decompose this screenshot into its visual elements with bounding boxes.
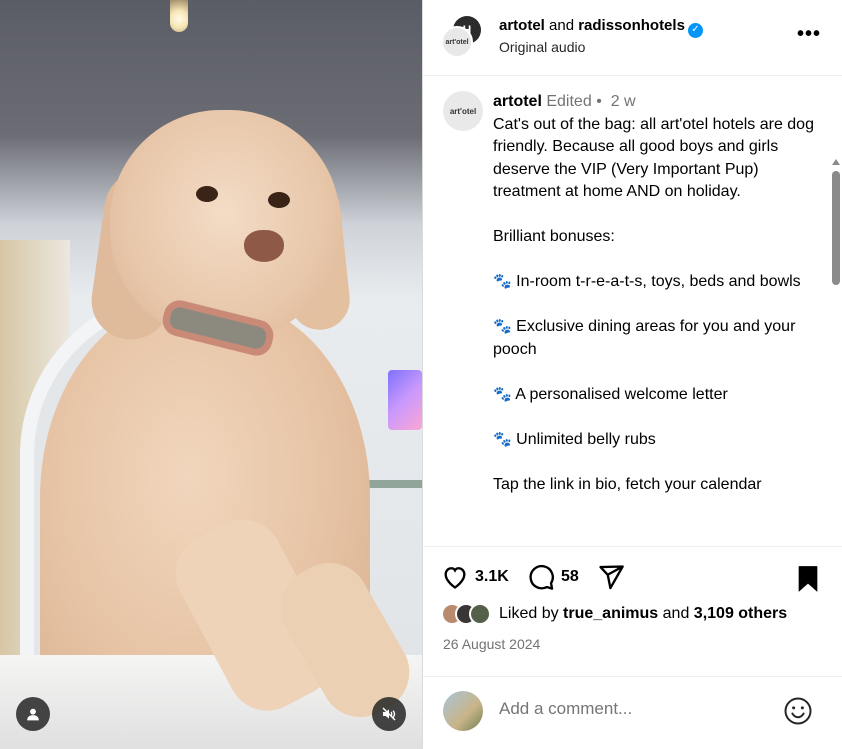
- paw-icon: 🐾: [493, 273, 512, 290]
- collab-usernames: artotel and radissonhotels ✓: [499, 16, 703, 38]
- caption-text: artotel Edited • 2 w Cat's out of the ba…: [493, 91, 823, 496]
- neon-light: [388, 370, 422, 430]
- heart-icon: [444, 567, 466, 589]
- caption-bullet: 🐾 In-room t-r-e-a-t-s, toys, beds and bo…: [493, 271, 823, 294]
- caption-scroll-area[interactable]: art'otel artotel Edited • 2 w Cat's out …: [423, 77, 842, 545]
- dog-eye: [268, 192, 290, 208]
- emoji-button[interactable]: [783, 696, 813, 731]
- more-options-button[interactable]: •••: [797, 24, 821, 44]
- username-link[interactable]: artotel: [499, 17, 545, 34]
- paw-icon: 🐾: [493, 430, 512, 448]
- share-icon: [599, 565, 624, 590]
- verified-badge-icon: ✓: [687, 22, 703, 38]
- post-panel: H art'otel artotel and radissonhotels✓ O…: [422, 0, 842, 749]
- comment-input[interactable]: [499, 699, 759, 719]
- liked-by-row: Liked by true_animus and 3,109 others: [441, 603, 787, 625]
- bullet-text: A personalised welcome letter: [515, 385, 728, 403]
- collab-avatars[interactable]: H art'otel: [441, 16, 485, 60]
- bullet-text: In-room t-r-e-a-t-s, toys, beds and bowl…: [516, 273, 801, 290]
- paw-icon: 🐾: [493, 318, 512, 335]
- dog-eye: [196, 186, 218, 202]
- caption-heading: Brilliant bonuses:: [493, 228, 615, 245]
- caption-bullet: 🐾 A personalised welcome letter: [493, 384, 823, 407]
- ceiling-light: [170, 0, 188, 32]
- emoji-icon: [784, 697, 812, 725]
- dog-head: [110, 110, 340, 340]
- avatar: art'otel: [441, 26, 473, 58]
- avatar: [443, 691, 483, 731]
- speaker-muted-icon: [382, 707, 396, 721]
- bookmark-icon: [798, 566, 818, 592]
- caption-bullet: 🐾 Exclusive dining areas for you and you…: [493, 316, 823, 361]
- comment-button[interactable]: 58: [527, 563, 579, 591]
- likes-count: 3.1K: [475, 568, 509, 585]
- username-link[interactable]: radissonhotels: [578, 17, 685, 34]
- bullet-text: Unlimited belly rubs: [516, 430, 656, 448]
- username-link[interactable]: true_animus: [563, 605, 658, 622]
- liked-by-and: and: [662, 605, 690, 622]
- liked-by-prefix: Liked by: [499, 605, 559, 622]
- post-age[interactable]: 2 w: [611, 93, 636, 110]
- edited-label: Edited: [546, 93, 592, 110]
- post-media[interactable]: [0, 0, 422, 749]
- audio-link[interactable]: Original audio: [499, 39, 585, 55]
- username-link[interactable]: artotel: [493, 93, 542, 110]
- post-header: H art'otel artotel and radissonhotels✓ O…: [423, 0, 842, 76]
- post-actions: 3.1K 58 Liked by true_animus and 3,109 o…: [423, 546, 842, 676]
- comment-icon: [529, 564, 554, 590]
- caption-intro: Cat's out of the bag: all art'otel hotel…: [493, 115, 814, 201]
- paw-icon: 🐾: [493, 385, 512, 403]
- comments-count: 58: [561, 568, 579, 585]
- comment-bar: [423, 676, 842, 749]
- avatar[interactable]: art'otel: [443, 91, 483, 131]
- caption-scrollbar[interactable]: [831, 157, 841, 545]
- dog-nose: [244, 230, 284, 262]
- scroll-up-icon[interactable]: [832, 159, 840, 165]
- caption-outro: Tap the link in bio, fetch your calendar: [493, 475, 762, 493]
- joiner-text: and: [549, 17, 575, 34]
- post-date[interactable]: 26 August 2024: [443, 636, 540, 652]
- user-tag-icon: [27, 708, 39, 721]
- avatar[interactable]: [469, 603, 491, 625]
- liked-by-text: Liked by true_animus and 3,109 others: [499, 605, 787, 623]
- mute-button[interactable]: [372, 697, 406, 731]
- save-button[interactable]: [795, 565, 821, 593]
- user-tag-button[interactable]: [16, 697, 50, 731]
- caption-bullet: 🐾 Unlimited belly rubs: [493, 429, 823, 452]
- bullet-text: Exclusive dining areas for you and your …: [493, 318, 796, 358]
- others-likes-link[interactable]: 3,109 others: [694, 605, 787, 622]
- like-button[interactable]: 3.1K: [441, 563, 509, 591]
- share-button[interactable]: [597, 563, 625, 591]
- scrollbar-thumb[interactable]: [832, 171, 840, 285]
- meta-dot: •: [596, 93, 602, 110]
